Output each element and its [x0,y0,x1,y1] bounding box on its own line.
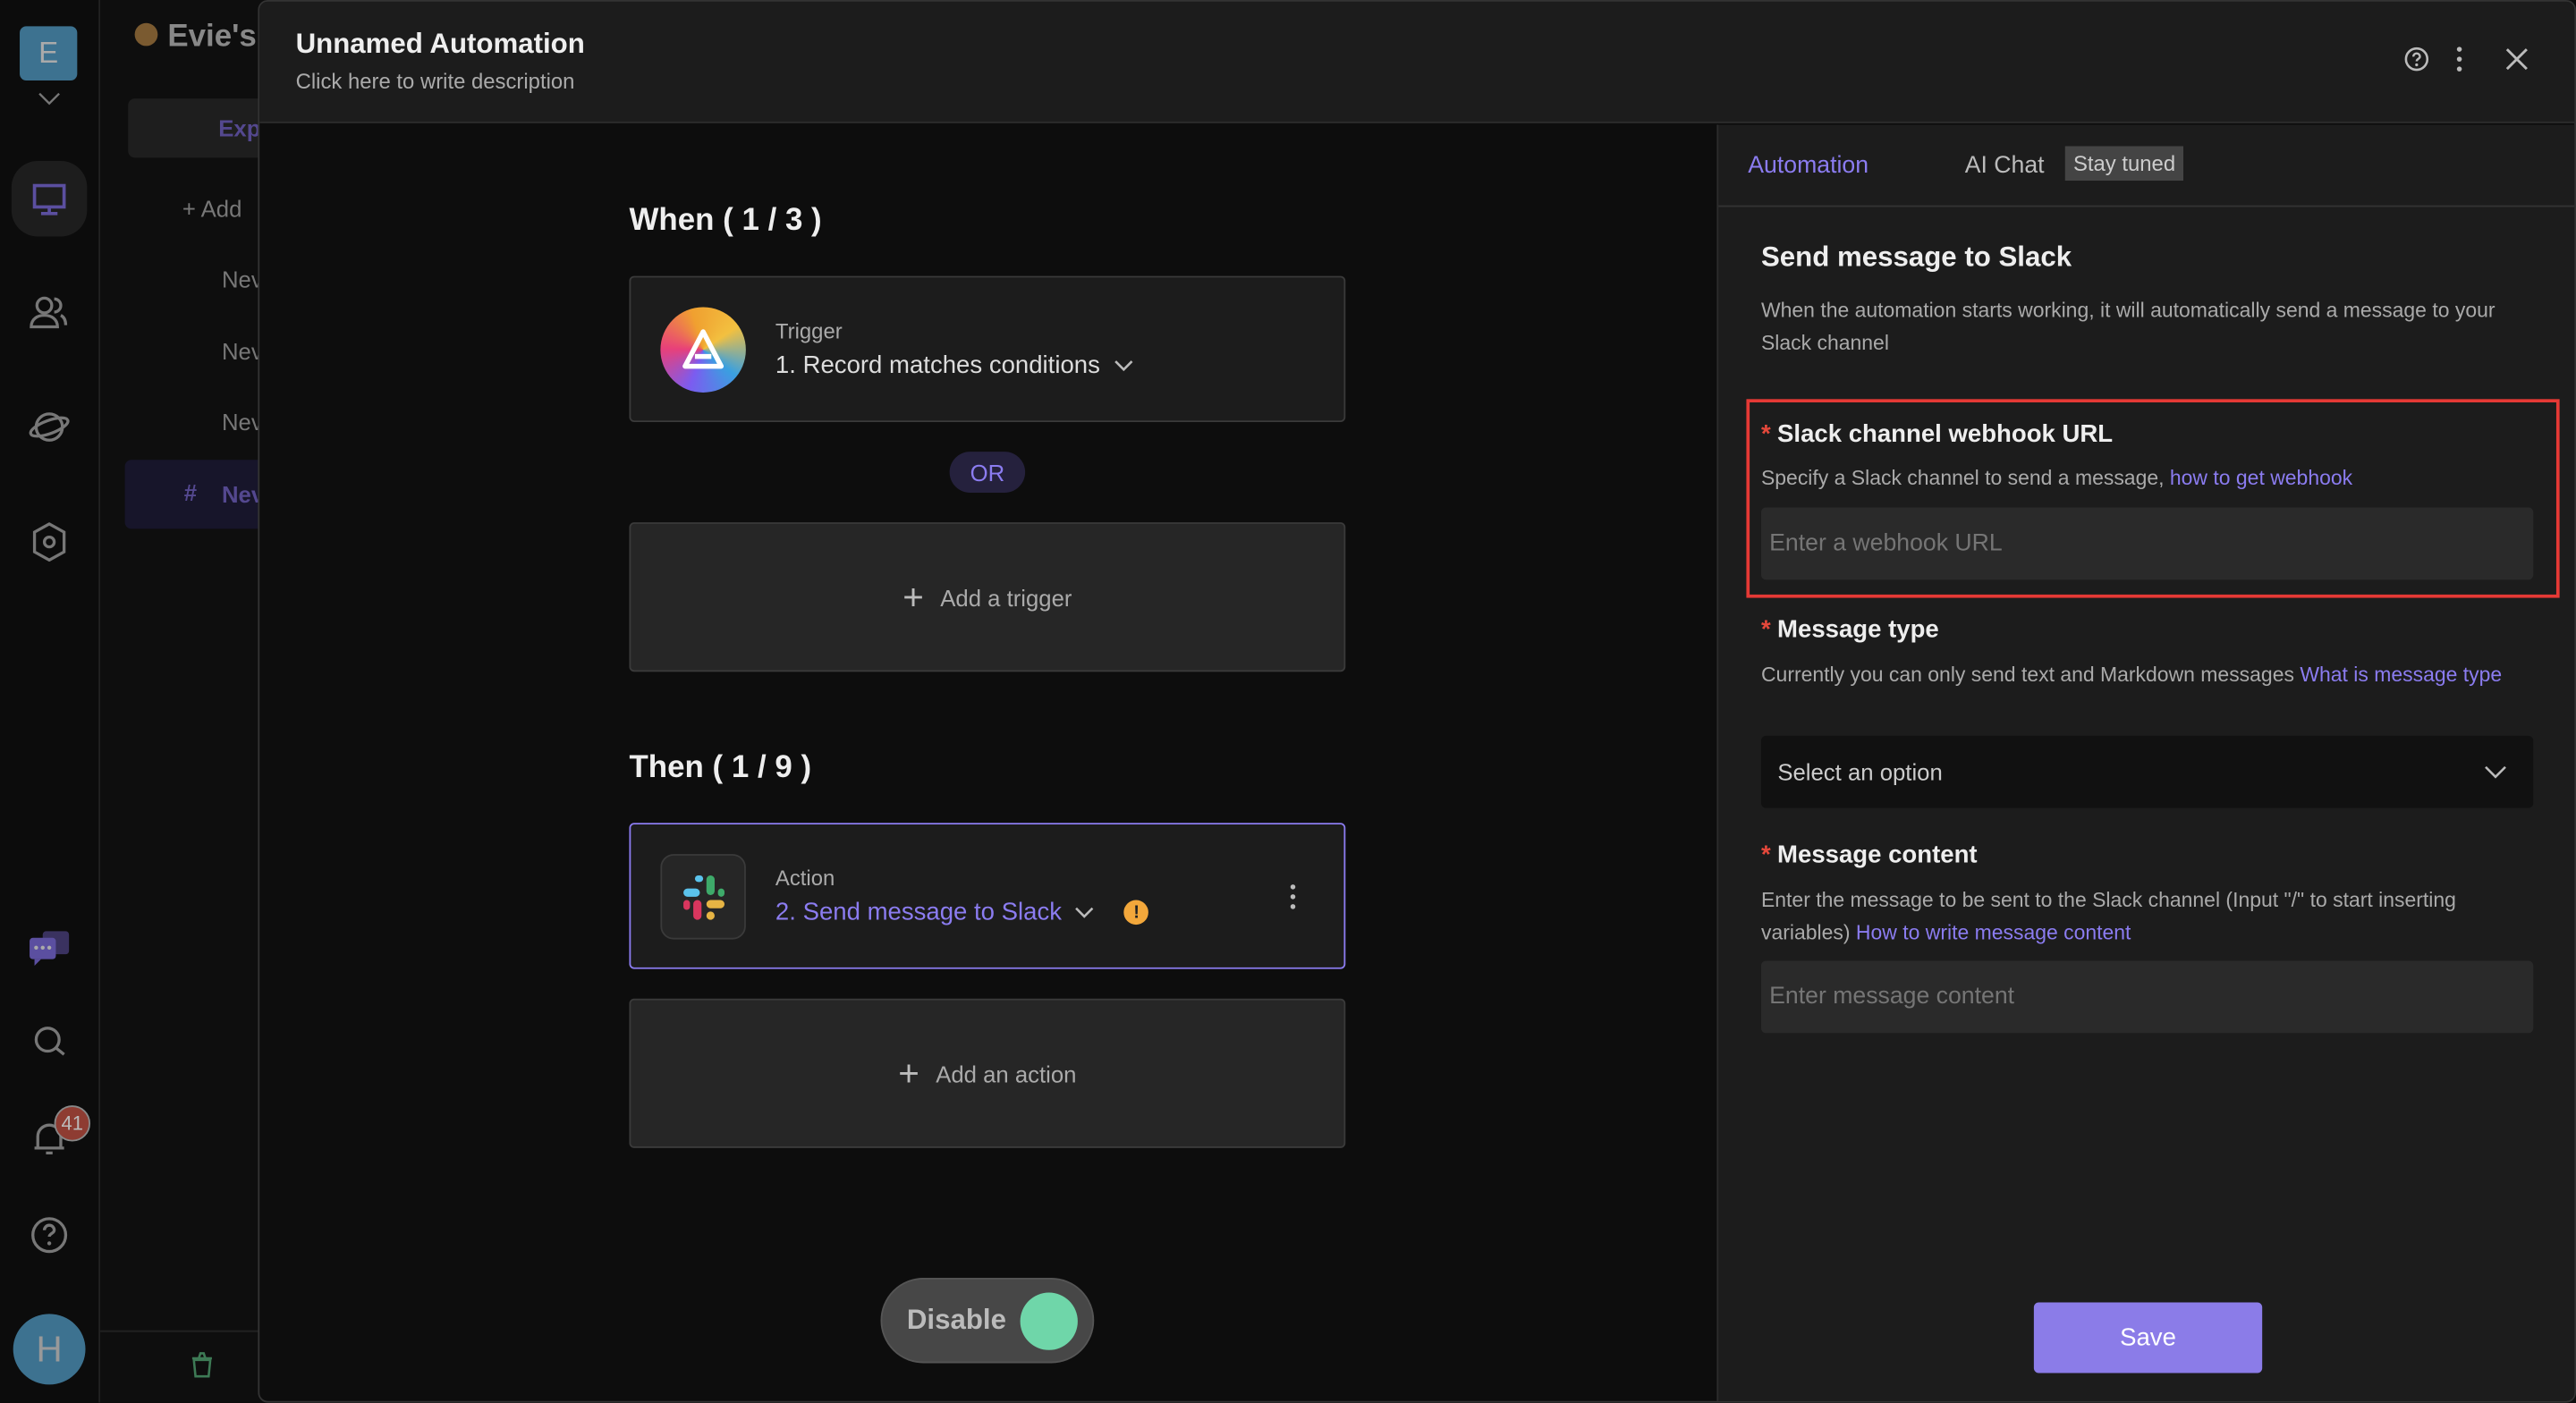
action-more-icon[interactable] [1288,883,1298,918]
then-heading: Then ( 1 / 9 ) [629,750,812,785]
stay-tuned-badge: Stay tuned [2064,146,2184,182]
toggle-knob [1020,1292,1078,1350]
action-card[interactable]: Action 2. Send message to Slack! [629,823,1346,969]
save-button[interactable]: Save [2033,1302,2263,1373]
panel-description: When the automation starts working, it w… [1760,299,2496,355]
workbench-icon[interactable] [11,160,88,237]
message-type-label-text: Message type [1777,615,1939,644]
trigger-card[interactable]: Trigger 1. Record matches conditions [629,275,1346,423]
sidebar-item-automation[interactable]: Nev [222,266,263,292]
toggle-label: Disable [906,1304,1006,1336]
automation-description[interactable]: Click here to write description [296,69,575,94]
trigger-logo-icon [660,307,746,393]
automation-modal: Unnamed Automation Click here to write d… [258,0,2576,1403]
sidebar: Evie's Exp + Add Nev Nev Nev Nev # [100,0,265,1403]
message-type-select[interactable]: Select an option [1760,735,2534,808]
webhook-url-input[interactable] [1760,507,2534,580]
trigger-selector[interactable]: 1. Record matches conditions [775,351,1133,379]
message-content-help-link[interactable]: How to write message content [1856,921,2131,944]
members-icon[interactable] [25,287,74,336]
chevron-down-icon [2485,765,2506,779]
message-type-help-link[interactable]: What is message type [2300,663,2502,687]
message-type-value: Select an option [1777,758,1943,785]
search-icon[interactable] [25,1017,74,1066]
hash-icon: # [183,479,198,506]
message-type-help: Currently you can only send text and Mar… [1761,659,2541,692]
or-badge: OR [949,452,1026,494]
space-title: Evie's [167,20,257,55]
settings-icon[interactable] [25,518,74,567]
automation-title[interactable]: Unnamed Automation [296,28,585,61]
space-logo-icon [134,22,158,46]
notification-badge: 41 [54,1105,91,1142]
message-content-input[interactable] [1760,960,2534,1034]
enable-toggle[interactable]: Disable [880,1277,1095,1364]
trash-icon[interactable] [191,1352,214,1387]
message-type-help-text: Currently you can only send text and Mar… [1760,663,2301,687]
webhook-help-text: Specify a Slack channel to send a messag… [1760,466,2170,490]
slack-logo-icon [660,854,746,940]
tab-automation[interactable]: Automation [1748,153,1868,179]
more-options-icon[interactable] [2454,46,2464,80]
add-action-button[interactable]: + Add an action [629,998,1346,1148]
help-icon[interactable] [25,1211,74,1260]
action-value: 2. Send message to Slack [775,898,1063,926]
user-avatar[interactable]: H [13,1314,86,1385]
workspace-avatar[interactable]: E [20,26,78,80]
planet-icon[interactable] [25,402,74,452]
close-icon[interactable] [2505,47,2529,79]
plus-icon: + [902,575,924,617]
config-panel: Automation AI Chat Stay tuned Send messa… [1716,124,2575,1401]
explore-button[interactable]: Exp [128,98,265,158]
message-type-label: * Message type [1760,615,1939,644]
add-node-button[interactable]: + Add [182,196,242,222]
plus-icon: + [898,1052,919,1094]
chevron-down-icon[interactable] [25,79,74,118]
message-content-label-text: Message content [1777,841,1978,869]
sidebar-item-bot[interactable]: Nev [222,338,263,364]
when-heading: When ( 1 / 3 ) [629,203,822,239]
trigger-label: Trigger [775,318,843,343]
action-label: Action [775,865,835,891]
webhook-help-link[interactable]: how to get webhook [2170,467,2352,490]
add-trigger-button[interactable]: + Add a trigger [629,522,1346,672]
add-trigger-label: Add a trigger [940,583,1072,611]
webhook-label-text: Slack channel webhook URL [1777,420,2114,449]
tab-ai-chat[interactable]: AI Chat [1965,153,2045,179]
webhook-help: Specify a Slack channel to send a messag… [1761,461,2541,494]
chevron-down-icon [1114,359,1132,371]
add-action-label: Add an action [936,1060,1077,1086]
message-content-help: Enter the message to be sent to the Slac… [1761,883,2541,949]
help-icon[interactable] [2403,46,2429,80]
webhook-label: * Slack channel webhook URL [1760,420,2114,449]
modal-header: Unnamed Automation Click here to write d… [259,1,2575,123]
chevron-down-icon [1075,906,1094,917]
chat-icon[interactable] [25,923,74,972]
message-content-label: * Message content [1760,841,1978,869]
panel-title: Send message to Slack [1760,241,2072,273]
sidebar-item-form[interactable]: Nev [222,409,263,435]
action-selector[interactable]: 2. Send message to Slack! [775,898,1149,926]
divider [100,1330,265,1332]
app-rail: E 41 H [0,0,101,1403]
panel-tabs: Automation AI Chat Stay tuned [1718,125,2575,207]
warning-icon: ! [1123,900,1149,925]
add-label: Add [200,195,242,222]
trigger-value: 1. Record matches conditions [775,351,1100,380]
